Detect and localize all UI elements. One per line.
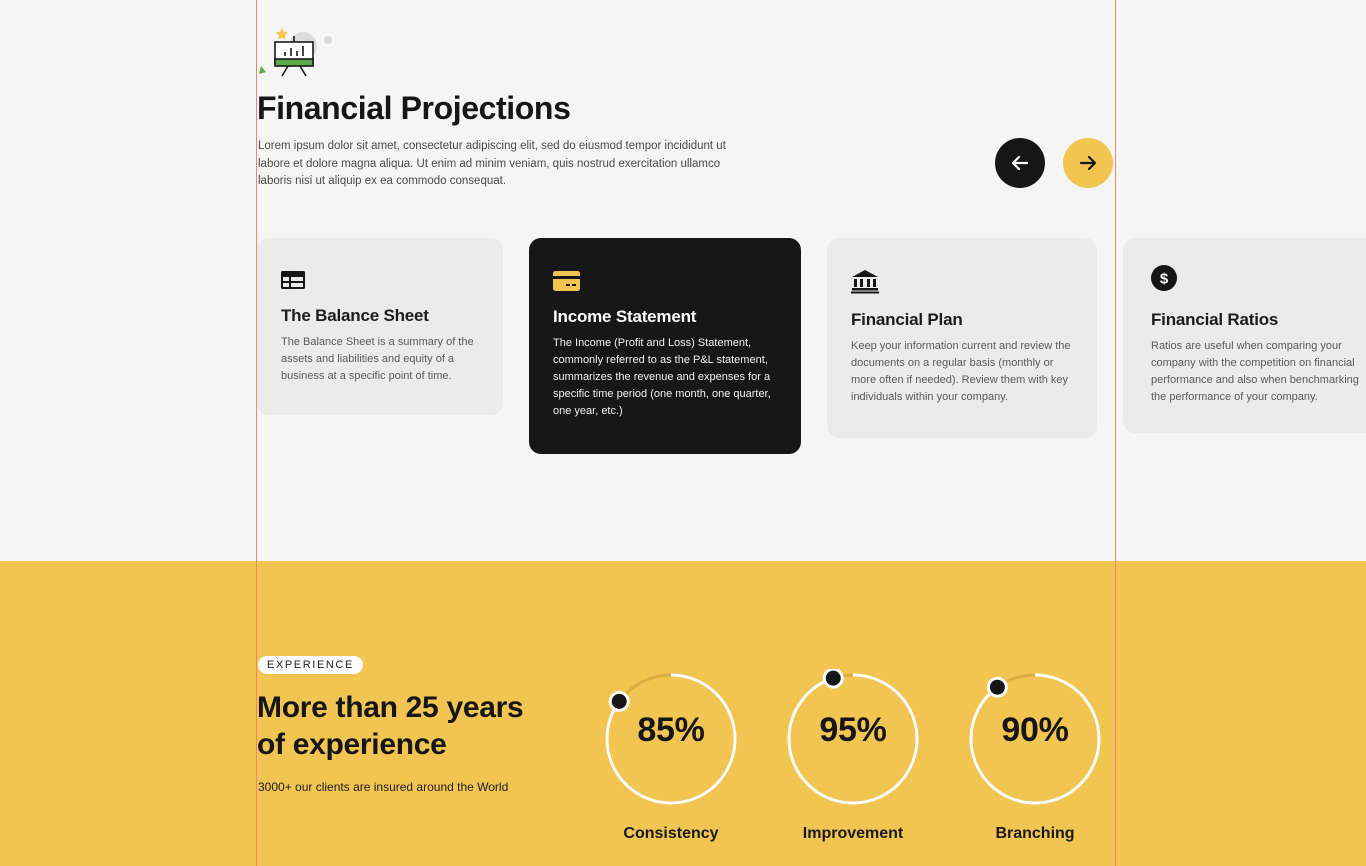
presentation-board-icon — [258, 26, 334, 80]
card-text: The Balance Sheet is a summary of the as… — [281, 336, 474, 382]
card-financial-ratios[interactable]: $ Financial Ratios Ratios are useful whe… — [1123, 238, 1366, 433]
bank-icon — [851, 268, 879, 294]
stat-label: Consistency — [623, 825, 719, 842]
dollar-circle-icon: $ — [1151, 265, 1177, 291]
table-icon — [281, 268, 307, 294]
stat-improvement: 95% Improvement — [783, 669, 923, 849]
progress-knob — [986, 676, 1008, 698]
section-title: Financial Projections — [257, 90, 571, 126]
stat-value: 85% — [637, 711, 705, 749]
card-title: The Balance Sheet — [281, 306, 429, 325]
experience-section: EXPERIENCE More than 25 years of experie… — [0, 561, 1366, 866]
financial-projections-section: Financial Projections Lorem ipsum dolor … — [0, 0, 1366, 561]
carousel-prev-button[interactable] — [995, 138, 1045, 188]
progress-knob — [608, 690, 630, 712]
card-text: Ratios are useful when comparing your co… — [1151, 340, 1359, 403]
card-income-statement[interactable]: Income Statement The Income (Profit and … — [529, 238, 801, 454]
credit-card-icon — [553, 268, 580, 294]
card-financial-plan[interactable]: Financial Plan Keep your information cur… — [827, 238, 1097, 438]
arrow-left-icon — [1011, 155, 1029, 171]
stat-consistency: 85% Consistency — [601, 669, 741, 849]
stat-label: Branching — [995, 825, 1075, 842]
section-description: Lorem ipsum dolor sit amet, consectetur … — [258, 140, 726, 187]
stat-branching: 90% Branching — [965, 669, 1105, 849]
progress-knob — [822, 669, 844, 689]
stat-value: 90% — [1001, 711, 1069, 749]
experience-badge: EXPERIENCE — [258, 656, 363, 674]
card-text: Keep your information current and review… — [851, 340, 1071, 403]
stat-value: 95% — [819, 711, 887, 749]
card-balance-sheet[interactable]: The Balance Sheet The Balance Sheet is a… — [257, 238, 503, 415]
arrow-right-icon — [1079, 155, 1097, 171]
svg-text:$: $ — [1160, 271, 1169, 288]
card-title: Financial Plan — [851, 310, 963, 329]
card-title: Income Statement — [553, 307, 697, 326]
layout-guide-right — [1115, 0, 1116, 866]
experience-title: More than 25 years of experience — [257, 691, 524, 761]
card-text: The Income (Profit and Loss) Statement, … — [553, 337, 771, 417]
stat-label: Improvement — [802, 825, 904, 842]
carousel-next-button[interactable] — [1063, 138, 1113, 188]
card-title: Financial Ratios — [1151, 310, 1279, 329]
experience-subtitle: 3000+ our clients are insured around the… — [258, 780, 509, 794]
layout-guide-left — [256, 0, 257, 866]
